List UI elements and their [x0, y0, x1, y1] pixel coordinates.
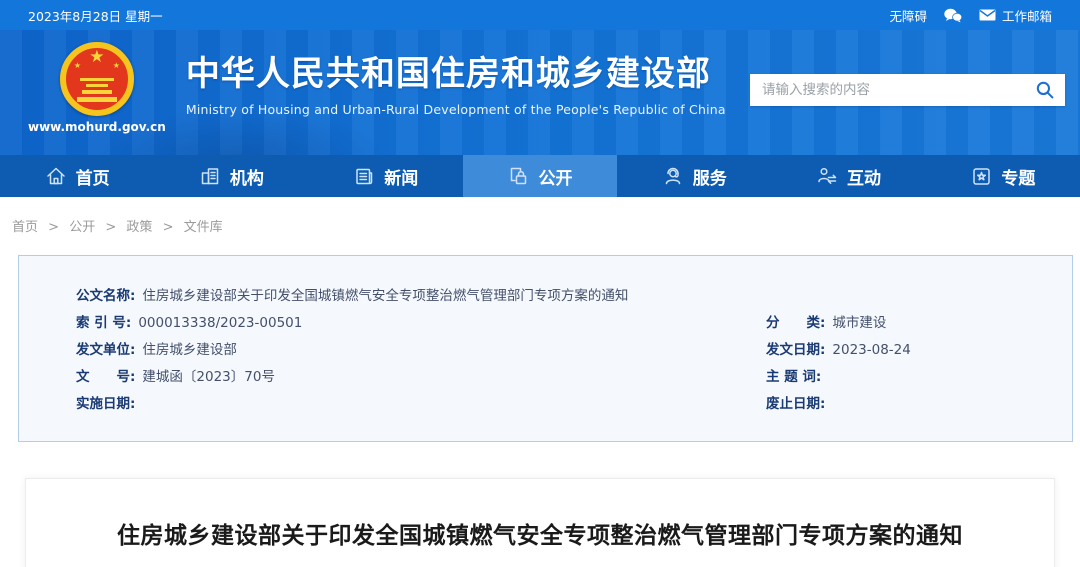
field-value: 住房城乡建设部关于印发全国城镇燃气安全专项整治燃气管理部门专项方案的通知	[142, 287, 628, 305]
nav-label: 专题	[1001, 164, 1035, 189]
site-subtitle-english: Ministry of Housing and Urban-Rural Deve…	[186, 102, 726, 117]
breadcrumb-separator: >	[163, 220, 174, 235]
nav-label: 机构	[230, 164, 264, 189]
field-document-number: 文 号: 建城函〔2023〕70号	[76, 368, 766, 386]
accessibility-link[interactable]: 无障碍	[889, 6, 927, 25]
field-value: 000013338/2023-00501	[138, 314, 302, 332]
field-label: 废止日期:	[766, 395, 825, 413]
nav-label: 首页	[76, 164, 110, 189]
field-category: 分 类: 城市建设	[766, 314, 1072, 332]
nav-item-interaction[interactable]: 互动	[771, 155, 925, 197]
interaction-icon	[816, 165, 838, 187]
article-panel: 住房城乡建设部关于印发全国城镇燃气安全专项整治燃气管理部门专项方案的通知	[25, 478, 1055, 567]
current-date: 2023年8月28日 星期一	[28, 6, 163, 25]
search-button[interactable]	[1025, 74, 1065, 106]
site-logo[interactable]: ★ ★★ www.mohurd.gov.cn	[28, 42, 166, 134]
field-label: 分 类:	[766, 314, 825, 332]
field-value: 2023-08-24	[832, 341, 910, 359]
field-subject-words: 主 题 词:	[766, 368, 1072, 386]
field-value: 建城函〔2023〕70号	[142, 368, 275, 386]
site-url: www.mohurd.gov.cn	[28, 120, 166, 134]
breadcrumb-policy[interactable]: 政策	[126, 220, 152, 235]
field-value: 城市建设	[832, 314, 886, 332]
nav-label: 公开	[538, 164, 572, 189]
field-index-number: 索 引 号: 000013338/2023-00501	[76, 314, 766, 332]
breadcrumb-file-library: 文件库	[184, 220, 223, 235]
field-issuing-unit: 发文单位: 住房城乡建设部	[76, 341, 766, 359]
wechat-icon[interactable]	[943, 8, 963, 23]
mail-icon	[979, 9, 996, 21]
work-mailbox-link[interactable]: 工作邮箱	[979, 6, 1052, 25]
field-label: 主 题 词:	[766, 368, 821, 386]
top-utility-bar: 2023年8月28日 星期一 无障碍 工作邮箱	[0, 0, 1080, 30]
main-navigation: 首页 机构 新闻	[0, 155, 1080, 197]
field-value: 住房城乡建设部	[142, 341, 237, 359]
nav-item-home[interactable]: 首页	[0, 155, 154, 197]
search-icon	[1035, 80, 1055, 100]
nav-item-organization[interactable]: 机构	[154, 155, 308, 197]
nav-label: 服务	[693, 164, 727, 189]
search-input[interactable]	[750, 74, 1025, 106]
field-label: 索 引 号:	[76, 314, 131, 332]
field-label: 实施日期:	[76, 395, 135, 413]
mailbox-label: 工作邮箱	[1002, 6, 1052, 25]
site-header: ★ ★★ www.mohurd.gov.cn 中华人民共和国住房和城乡建设部 M…	[0, 30, 1080, 155]
topic-star-icon	[970, 165, 992, 187]
nav-item-services[interactable]: 服务	[617, 155, 771, 197]
nav-item-disclosure[interactable]: 公开	[463, 155, 617, 197]
field-label: 发文单位:	[76, 341, 135, 359]
document-info-panel: 公文名称: 住房城乡建设部关于印发全国城镇燃气安全专项整治燃气管理部门专项方案的…	[18, 255, 1073, 442]
field-implementation-date: 实施日期:	[76, 395, 766, 413]
news-icon	[353, 165, 375, 187]
nav-item-news[interactable]: 新闻	[309, 155, 463, 197]
national-emblem-icon: ★ ★★	[60, 42, 134, 116]
service-agent-icon	[662, 165, 684, 187]
site-title: 中华人民共和国住房和城乡建设部	[186, 46, 726, 95]
breadcrumb-separator: >	[105, 220, 116, 235]
breadcrumb: 首页 > 公开 > 政策 > 文件库	[0, 197, 1080, 255]
field-repeal-date: 废止日期:	[766, 395, 1072, 413]
field-label: 文 号:	[76, 368, 135, 386]
nav-item-topics[interactable]: 专题	[926, 155, 1080, 197]
field-document-name: 公文名称: 住房城乡建设部关于印发全国城镇燃气安全专项整治燃气管理部门专项方案的…	[76, 287, 1072, 305]
nav-label: 互动	[847, 164, 881, 189]
nav-label: 新闻	[384, 164, 418, 189]
search-box	[750, 74, 1065, 106]
breadcrumb-home[interactable]: 首页	[12, 220, 38, 235]
field-label: 公文名称:	[76, 287, 135, 305]
home-icon	[45, 165, 67, 187]
breadcrumb-disclosure[interactable]: 公开	[69, 220, 95, 235]
accessibility-label: 无障碍	[889, 6, 927, 25]
disclosure-lock-icon	[507, 165, 529, 187]
article-title: 住房城乡建设部关于印发全国城镇燃气安全专项整治燃气管理部门专项方案的通知	[26, 516, 1054, 550]
organization-icon	[199, 165, 221, 187]
breadcrumb-separator: >	[48, 220, 59, 235]
field-issue-date: 发文日期: 2023-08-24	[766, 341, 1072, 359]
field-label: 发文日期:	[766, 341, 825, 359]
